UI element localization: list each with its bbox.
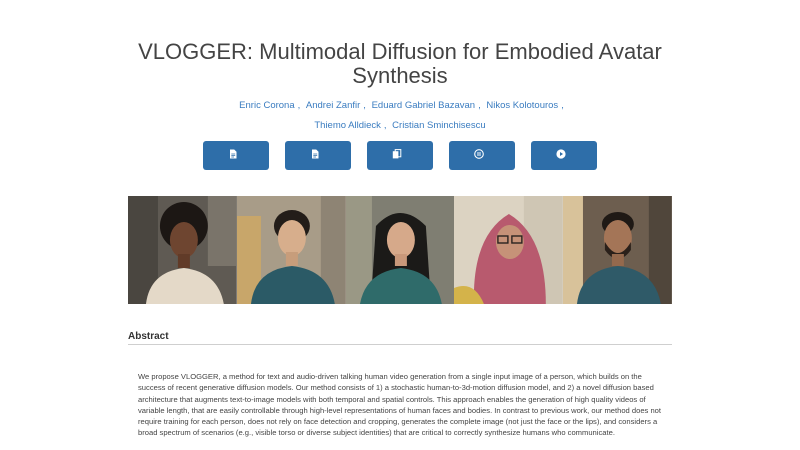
teaser-frame-4 (454, 196, 564, 304)
project-button-label: Project (382, 178, 418, 190)
page-title: VLOGGER: Multimodal Diffusion for Embodi… (138, 39, 662, 88)
author-link[interactable]: Andrei Zanfir (306, 100, 360, 111)
video-button[interactable]: Video (531, 141, 597, 190)
dataset-button-label: Dataset (463, 178, 501, 190)
database-icon (473, 149, 484, 159)
author-link[interactable]: Eduard Gabriel Bazavan (372, 100, 476, 111)
separator: , (561, 100, 564, 111)
abstract-divider (128, 344, 672, 345)
project-button[interactable]: Project (367, 141, 433, 190)
link-button-row: Paper Supp Project Dataset Video (0, 141, 800, 190)
abstract-text: We propose VLOGGER, a method for text an… (138, 372, 662, 438)
teaser-frame-5 (563, 196, 672, 304)
author-link[interactable]: Nikos Kolotouros (486, 100, 558, 111)
teaser-frame-2 (236, 196, 346, 304)
author-list: Enric Corona, Andrei Zanfir, Eduard Gabr… (120, 96, 680, 136)
separator: , (478, 100, 481, 111)
dataset-button[interactable]: Dataset (449, 141, 515, 190)
paper-button[interactable]: Paper (203, 141, 269, 190)
author-link[interactable]: Cristian Sminchisescu (392, 120, 485, 131)
teaser-frame-1 (128, 196, 237, 304)
author-link[interactable]: Thiemo Alldieck (314, 120, 381, 131)
abstract-heading: Abstract (128, 331, 169, 342)
separator: , (363, 100, 366, 111)
document-icon (311, 149, 318, 159)
teaser-image-strip (128, 196, 672, 304)
teaser-frame-3 (345, 196, 455, 304)
copy-icon (392, 149, 401, 159)
separator: , (297, 100, 301, 111)
play-circle-icon (555, 149, 566, 159)
document-icon (229, 149, 236, 159)
author-link[interactable]: Enric Corona (239, 100, 294, 111)
paper-button-label: Paper (221, 178, 251, 190)
supp-button-label: Supp (304, 178, 332, 190)
supp-button[interactable]: Supp (285, 141, 351, 190)
video-button-label: Video (549, 178, 579, 190)
separator: , (383, 120, 387, 131)
